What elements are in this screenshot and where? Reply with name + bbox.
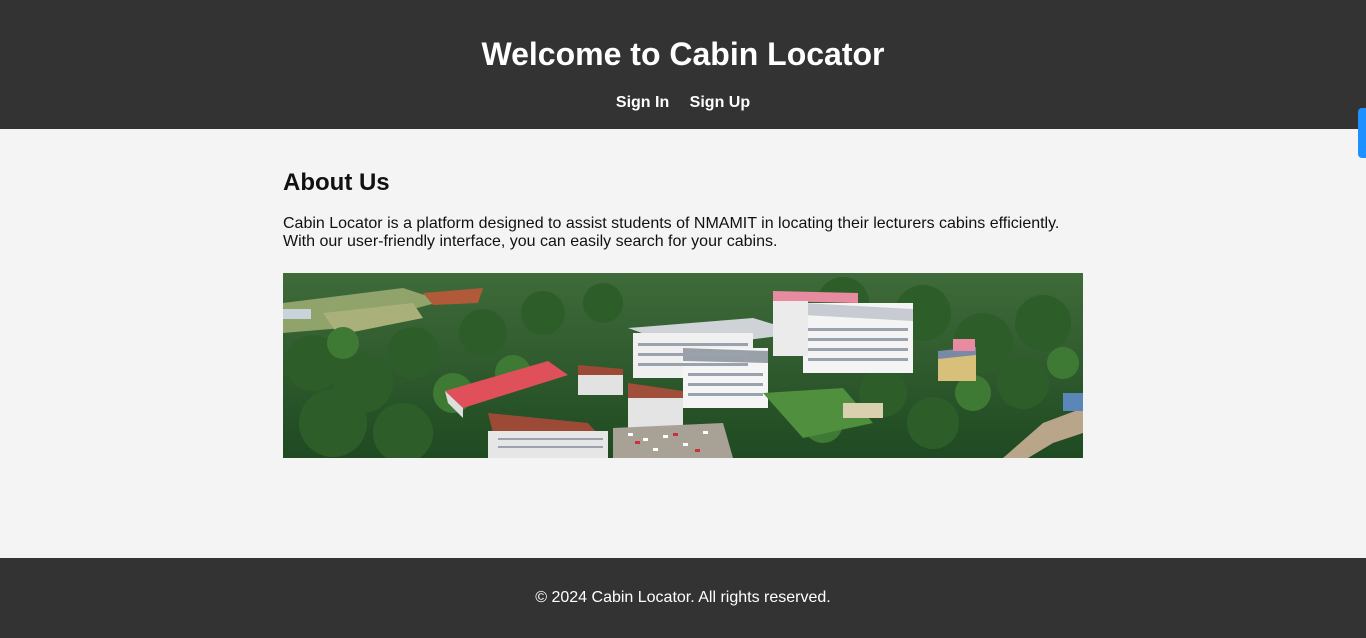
sign-up-link[interactable]: Sign Up	[690, 94, 750, 111]
about-heading: About Us	[283, 169, 390, 196]
sign-in-link[interactable]: Sign In	[616, 94, 669, 111]
about-description: Cabin Locator is a platform designed to …	[283, 215, 1083, 251]
about-line-2: With our user-friendly interface, you ca…	[283, 233, 778, 250]
about-section: About Us Cabin Locator is a platform des…	[283, 165, 1083, 251]
page-title: Welcome to Cabin Locator	[481, 36, 885, 72]
side-edge-tab[interactable]	[1358, 108, 1366, 158]
site-footer: © 2024 Cabin Locator. All rights reserve…	[0, 558, 1366, 638]
copyright-text: © 2024 Cabin Locator. All rights reserve…	[535, 589, 831, 606]
campus-aerial-image	[283, 273, 1083, 458]
main-nav: Sign In Sign Up	[0, 93, 1366, 113]
site-header: Welcome to Cabin Locator Sign In Sign Up	[0, 0, 1366, 129]
about-line-1: Cabin Locator is a platform designed to …	[283, 215, 1060, 232]
